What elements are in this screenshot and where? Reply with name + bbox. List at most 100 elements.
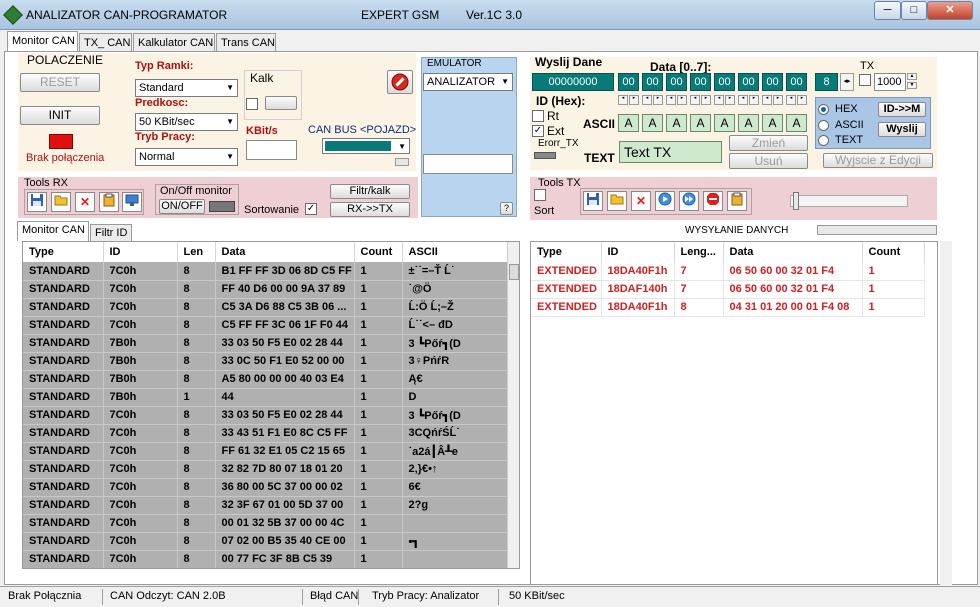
mode-hex-radio[interactable] — [818, 104, 829, 115]
column-header[interactable]: Type — [23, 242, 104, 262]
column-header[interactable]: Data — [215, 242, 355, 262]
column-header[interactable]: Len — [177, 242, 216, 262]
tx-interval-input[interactable]: 1000 — [874, 73, 906, 91]
data-byte-5[interactable]: 00 — [738, 73, 759, 91]
tab-kalkulator-can[interactable]: Kalkulator CAN — [133, 33, 215, 53]
subtab-monitor-can[interactable]: Monitor CAN — [17, 221, 89, 241]
data-byte-0[interactable]: 00 — [618, 73, 639, 91]
emulator-select[interactable]: ANALIZATOR ▼ — [423, 73, 513, 91]
data-byte-4[interactable]: 00 — [714, 73, 735, 91]
clipboard-icon[interactable] — [99, 192, 119, 212]
kalk-button[interactable] — [265, 96, 297, 110]
clipboard-icon[interactable] — [727, 191, 747, 211]
save-icon[interactable] — [583, 191, 603, 211]
column-header[interactable]: Count — [354, 242, 403, 262]
rx-scrollbar[interactable] — [507, 242, 519, 568]
table-row[interactable]: STANDARD 7C0h 8 07 02 00 B5 35 40 CE 00 1 •┓ — [23, 532, 508, 551]
filter-calc-button[interactable]: Filtr/kalk — [330, 184, 410, 199]
table-row[interactable]: STANDARD 7B0h 8 33 03 50 F5 E0 02 28 44 1 3 ┗… — [23, 334, 508, 353]
column-header[interactable]: ASCII — [402, 242, 508, 262]
frame-type-select[interactable]: Standard ▼ — [135, 79, 238, 97]
kbits-input[interactable] — [246, 140, 297, 160]
text-tx-input[interactable]: Text TX — [619, 141, 722, 163]
monitor-icon[interactable] — [122, 192, 142, 212]
delete-icon[interactable]: ✕ — [631, 191, 651, 211]
tab-trans-can[interactable]: Trans CAN — [216, 33, 276, 53]
ascii-byte-5[interactable]: A — [738, 114, 759, 132]
table-row[interactable]: STANDARD 7B0h 8 33 0C 50 F1 E0 52 00 00 1 3♀P… — [23, 352, 508, 371]
canbus-select[interactable]: ▼ — [322, 138, 410, 154]
tx-checkbox[interactable] — [859, 74, 871, 86]
table-row[interactable]: STANDARD 7C0h 8 C5 3A D6 88 C5 3B 06 ... 1 Ĺ:… — [23, 298, 508, 317]
help-button[interactable]: ? — [500, 202, 513, 215]
table-row[interactable]: EXTENDED 18DA40F1h 8 04 31 01 20 00 01 F4 0… — [531, 298, 925, 317]
dlc-spinner[interactable]: ◂▸ — [840, 73, 854, 91]
folder-icon[interactable] — [51, 192, 71, 212]
id-hex-input[interactable]: 00000000 — [532, 73, 614, 91]
table-row[interactable]: STANDARD 7C0h 8 32 82 7D 80 07 18 01 20 1 2‚}… — [23, 460, 508, 479]
tx-slider[interactable] — [790, 192, 908, 210]
ascii-byte-0[interactable]: A — [618, 114, 639, 132]
tx-spin-down[interactable]: ▼ — [907, 82, 917, 89]
ascii-byte-6[interactable]: A — [762, 114, 783, 132]
exit-edit-button[interactable]: Wyjscie z Edycji — [823, 153, 933, 168]
column-header[interactable]: Leng... — [674, 242, 724, 262]
table-row[interactable]: EXTENDED 18DAF140h 7 06 50 60 00 32 01 F4 1 — [531, 280, 925, 299]
data-byte-7[interactable]: 00 — [786, 73, 807, 91]
delete-button[interactable]: Usuń — [729, 153, 808, 169]
table-row[interactable]: STANDARD 7C0h 8 36 80 00 5C 37 00 00 02 1 6€ — [23, 478, 508, 497]
data-byte-2[interactable]: 00 — [666, 73, 687, 91]
send-button[interactable]: Wyslij — [878, 122, 926, 137]
data-byte-6[interactable]: 00 — [762, 73, 783, 91]
close-button[interactable]: ✕ — [927, 1, 973, 20]
mode-ascii-radio[interactable] — [818, 120, 829, 131]
table-row[interactable]: STANDARD 7B0h 8 A5 80 00 00 00 40 03 E4 1 Ą€ — [23, 370, 508, 389]
kalk-checkbox[interactable] — [246, 98, 258, 110]
data-byte-1[interactable]: 00 — [642, 73, 663, 91]
tab-tx-can[interactable]: TX_ CAN — [79, 33, 132, 53]
tx-spin-up[interactable]: ▲ — [907, 73, 917, 80]
table-row[interactable]: EXTENDED 18DA40F1h 7 06 50 60 00 32 01 F4 1 — [531, 262, 925, 281]
table-row[interactable]: STANDARD 7C0h 8 00 01 32 5B 37 00 00 4C 1 — [23, 514, 508, 533]
reset-button[interactable]: RESET — [20, 73, 100, 92]
ascii-byte-1[interactable]: A — [642, 114, 663, 132]
table-row[interactable]: STANDARD 7C0h 8 33 03 50 F5 E0 02 28 44 1 3 ┗… — [23, 406, 508, 425]
byte-spinners[interactable]: ◂ ▸ ◂ ▸ ◂ ▸ ◂ ▸ ◂ ▸ ◂ ▸ ◂ ▸ ◂ ▸ — [618, 95, 810, 106]
table-row[interactable]: STANDARD 7B0h 1 44 1 D — [23, 388, 508, 407]
data-byte-3[interactable]: 00 — [690, 73, 711, 91]
column-header[interactable]: Type — [531, 242, 602, 262]
ext-checkbox[interactable]: ✓ — [532, 125, 544, 137]
ascii-byte-3[interactable]: A — [690, 114, 711, 132]
play-icon[interactable] — [655, 191, 675, 211]
column-header[interactable]: ID — [103, 242, 178, 262]
tx-slider-thumb[interactable] — [793, 192, 799, 210]
stop-icon-button[interactable] — [387, 70, 413, 94]
init-button[interactable]: INIT — [20, 106, 100, 125]
folder-icon[interactable] — [607, 191, 627, 211]
dlc-input[interactable]: 8 — [815, 73, 838, 91]
stop-icon[interactable] — [703, 191, 723, 211]
rx-to-tx-button[interactable]: RX->>TX — [330, 202, 410, 217]
save-icon[interactable] — [27, 192, 47, 212]
emulator-input[interactable] — [423, 154, 513, 174]
column-header[interactable]: Data — [723, 242, 863, 262]
table-row[interactable]: STANDARD 7C0h 8 FF 40 D6 00 00 9A 37 89 1 ˙@Ö — [23, 280, 508, 299]
speed-select[interactable]: 50 KBit/sec ▼ — [135, 113, 238, 131]
table-row[interactable]: STANDARD 7C0h 8 B1 FF FF 3D 06 8D C5 FF 1 ±˙˙… — [23, 262, 508, 281]
delete-icon[interactable]: ✕ — [75, 192, 95, 212]
maximize-button[interactable]: □ — [901, 1, 927, 20]
id-to-m-button[interactable]: ID->>M — [878, 102, 926, 117]
work-mode-select[interactable]: Normal ▼ — [135, 148, 238, 166]
table-row[interactable]: STANDARD 7C0h 8 FF 61 32 E1 05 C2 15 65 1 ˙a2… — [23, 442, 508, 461]
table-row[interactable]: STANDARD 7C0h 8 33 43 51 F1 E0 8C C5 FF 1 3CQ… — [23, 424, 508, 443]
tab-monitor-can[interactable]: Monitor CAN — [7, 31, 78, 53]
minimize-button[interactable]: ─ — [874, 1, 901, 20]
onoff-button[interactable]: ON/OFF — [159, 199, 205, 214]
table-row[interactable]: STANDARD 7C0h 8 C5 FF FF 3C 06 1F F0 44 1 Ĺ˙˙… — [23, 316, 508, 335]
change-button[interactable]: Zmień — [729, 135, 808, 151]
rx-scroll-thumb[interactable] — [509, 264, 519, 280]
ascii-byte-4[interactable]: A — [714, 114, 735, 132]
fast-forward-icon[interactable] — [679, 191, 699, 211]
table-row[interactable]: STANDARD 7C0h 8 32 3F 67 01 00 5D 37 00 1 2?g — [23, 496, 508, 515]
tx-sort-checkbox[interactable] — [534, 189, 546, 201]
